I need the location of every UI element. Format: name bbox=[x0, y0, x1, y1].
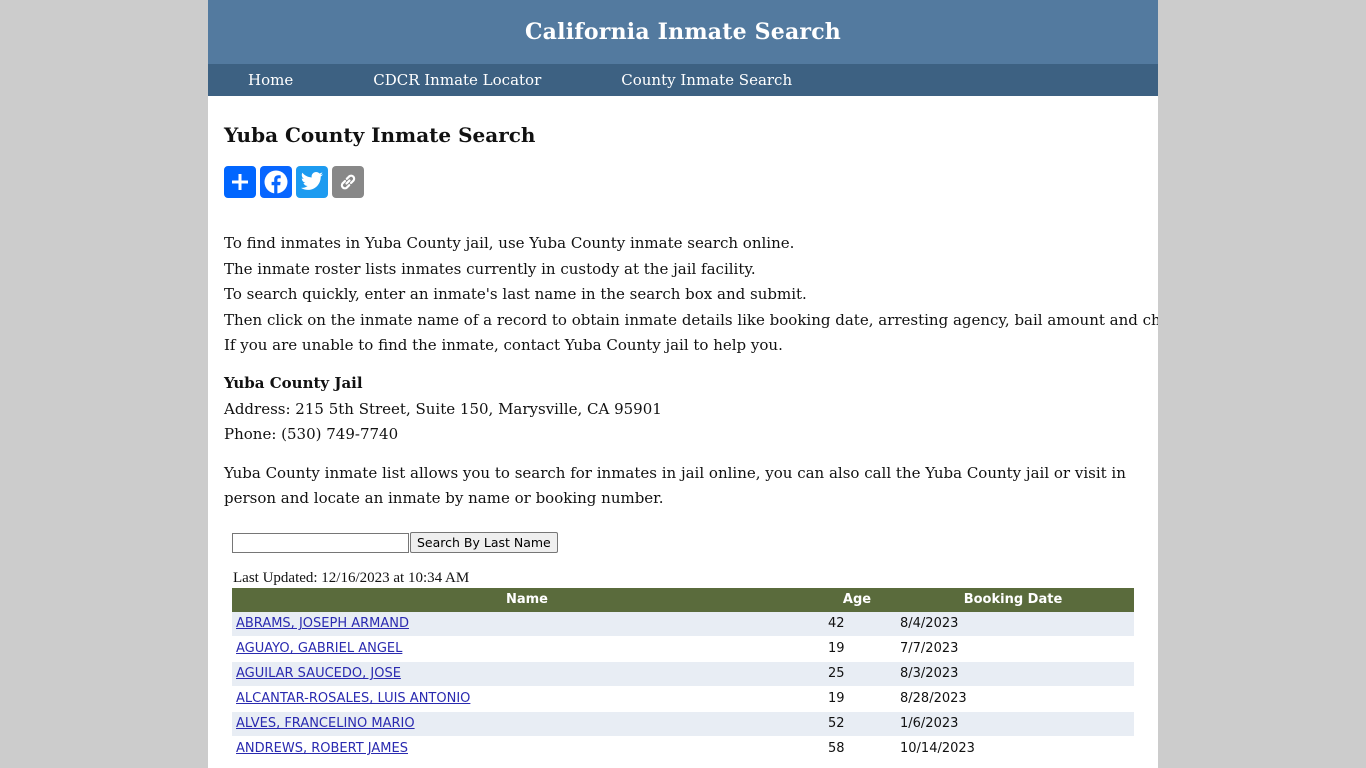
name-cell: ANDREWS, ROBERT JAMES bbox=[232, 736, 822, 762]
share-bar bbox=[224, 166, 1142, 198]
share-button[interactable] bbox=[224, 166, 256, 198]
search-by-last-name-button[interactable]: Search By Last Name bbox=[410, 532, 558, 554]
inmate-roster-table: Name Age Booking Date ABRAMS, JOSEPH ARM… bbox=[232, 587, 1134, 762]
intro-text: To find inmates in Yuba County jail, use… bbox=[224, 231, 1158, 359]
column-header-booking-date[interactable]: Booking Date bbox=[892, 587, 1134, 612]
table-row: ALCANTAR-ROSALES, LUIS ANTONIO 19 8/28/2… bbox=[232, 686, 1134, 712]
age-cell: 25 bbox=[822, 661, 892, 687]
inmate-name-link[interactable]: ALVES, FRANCELINO MARIO bbox=[236, 716, 415, 731]
last-updated-text: Last Updated: 12/16/2023 at 10:34 AM bbox=[233, 569, 470, 586]
inmate-name-link[interactable]: AGUAYO, GABRIEL ANGEL bbox=[236, 641, 402, 656]
site-header: California Inmate Search bbox=[208, 0, 1158, 64]
intro-line: To search quickly, enter an inmate's las… bbox=[224, 285, 807, 304]
jail-info: Yuba County Jail Address: 215 5th Street… bbox=[224, 371, 1142, 448]
booking-date-cell: 1/6/2023 bbox=[892, 711, 1134, 737]
age-cell: 42 bbox=[822, 611, 892, 637]
age-cell: 52 bbox=[822, 711, 892, 737]
booking-date-cell: 8/28/2023 bbox=[892, 686, 1134, 712]
age-cell: 19 bbox=[822, 686, 892, 712]
twitter-icon bbox=[301, 172, 323, 190]
jail-name: Yuba County Jail bbox=[224, 373, 363, 392]
copy-link-button[interactable] bbox=[332, 166, 364, 198]
table-header-row: Name Age Booking Date bbox=[232, 587, 1134, 612]
name-cell: ABRAMS, JOSEPH ARMAND bbox=[232, 611, 822, 637]
table-row: ALVES, FRANCELINO MARIO 52 1/6/2023 bbox=[232, 711, 1134, 737]
twitter-share-button[interactable] bbox=[296, 166, 328, 198]
facebook-icon bbox=[264, 170, 288, 194]
name-cell: AGUILAR SAUCEDO, JOSE bbox=[232, 661, 822, 687]
nav-cdcr-inmate-locator[interactable]: CDCR Inmate Locator bbox=[373, 71, 541, 89]
main-nav: Home CDCR Inmate Locator County Inmate S… bbox=[208, 64, 1158, 96]
main-content: Yuba County Inmate Search To find inmate… bbox=[208, 122, 1158, 762]
booking-date-cell: 10/14/2023 bbox=[892, 736, 1134, 762]
jail-phone: Phone: (530) 749-7740 bbox=[224, 425, 399, 444]
table-row: ABRAMS, JOSEPH ARMAND 42 8/4/2023 bbox=[232, 611, 1134, 637]
inmate-name-link[interactable]: ALCANTAR-ROSALES, LUIS ANTONIO bbox=[236, 691, 470, 706]
booking-date-cell: 8/3/2023 bbox=[892, 661, 1134, 687]
inmate-name-link[interactable]: AGUILAR SAUCEDO, JOSE bbox=[236, 666, 401, 681]
intro-line: Then click on the inmate name of a recor… bbox=[224, 310, 1158, 329]
age-cell: 19 bbox=[822, 636, 892, 662]
nav-county-inmate-search[interactable]: County Inmate Search bbox=[621, 71, 792, 89]
name-cell: AGUAYO, GABRIEL ANGEL bbox=[232, 636, 822, 662]
roster-description: Yuba County inmate list allows you to se… bbox=[224, 463, 1126, 507]
column-header-age[interactable]: Age bbox=[822, 587, 892, 612]
booking-date-cell: 8/4/2023 bbox=[892, 611, 1134, 637]
copy-link-icon bbox=[340, 174, 356, 190]
table-row: AGUAYO, GABRIEL ANGEL 19 7/7/2023 bbox=[232, 636, 1134, 662]
column-header-name[interactable]: Name bbox=[232, 587, 822, 612]
nav-home[interactable]: Home bbox=[248, 71, 293, 89]
last-name-search-input[interactable] bbox=[232, 532, 409, 553]
inmate-name-link[interactable]: ABRAMS, JOSEPH ARMAND bbox=[236, 616, 409, 631]
share-add-icon bbox=[232, 174, 248, 190]
table-row: AGUILAR SAUCEDO, JOSE 25 8/3/2023 bbox=[232, 661, 1134, 687]
intro-line: If you are unable to find the inmate, co… bbox=[224, 336, 783, 355]
search-form: Search By Last Name bbox=[232, 532, 1142, 554]
booking-date-cell: 7/7/2023 bbox=[892, 636, 1134, 662]
site-title[interactable]: California Inmate Search bbox=[525, 19, 841, 45]
jail-address: Address: 215 5th Street, Suite 150, Mary… bbox=[224, 399, 662, 418]
page-title: Yuba County Inmate Search bbox=[224, 123, 536, 147]
age-cell: 58 bbox=[822, 736, 892, 762]
intro-line: To find inmates in Yuba County jail, use… bbox=[224, 234, 795, 252]
name-cell: ALCANTAR-ROSALES, LUIS ANTONIO bbox=[232, 686, 822, 712]
facebook-share-button[interactable] bbox=[260, 166, 292, 198]
intro-line: The inmate roster lists inmates currentl… bbox=[224, 259, 756, 278]
name-cell: ALVES, FRANCELINO MARIO bbox=[232, 711, 822, 737]
table-row: ANDREWS, ROBERT JAMES 58 10/14/2023 bbox=[232, 736, 1134, 762]
inmate-name-link[interactable]: ANDREWS, ROBERT JAMES bbox=[236, 741, 408, 756]
page-container: California Inmate Search Home CDCR Inmat… bbox=[208, 0, 1158, 768]
